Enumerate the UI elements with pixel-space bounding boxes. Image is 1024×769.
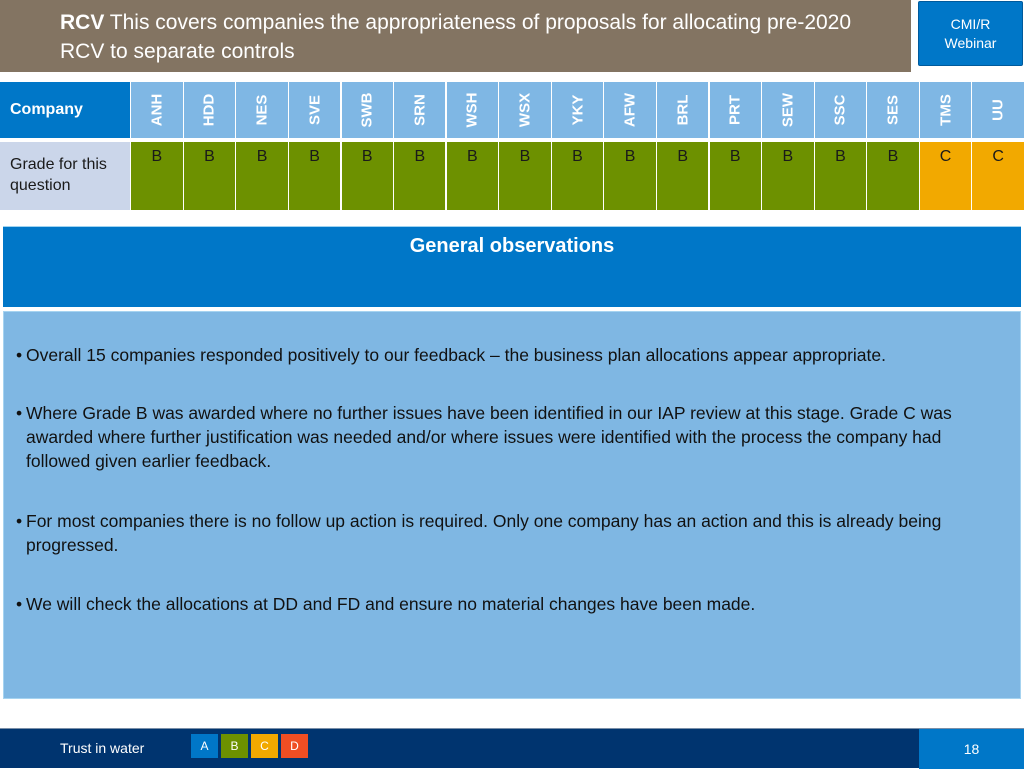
company-code: SES [884, 94, 902, 126]
company-code: SVE [306, 94, 324, 126]
company-header-cell: BRL [656, 82, 709, 138]
observation-item: • Overall 15 companies responded positive… [16, 343, 1010, 367]
grade-cell: B [551, 142, 604, 210]
page-number: 18 [919, 729, 1024, 769]
company-code: BRL [674, 94, 692, 126]
company-code: WSX [516, 92, 534, 128]
company-header-cell: YKY [551, 82, 604, 138]
company-code: PRT [726, 95, 744, 125]
grade-cell: B [341, 142, 393, 210]
company-code: SSC [831, 94, 849, 126]
grade-cell: B [867, 142, 919, 210]
slide-title: RCV This covers companies the appropriat… [60, 8, 890, 66]
grade-cell: B [394, 142, 446, 210]
bullet-icon: • [16, 594, 23, 614]
company-header-cell: PRT [709, 82, 761, 138]
company-code: TMS [937, 94, 955, 126]
grade-cell: B [131, 142, 183, 210]
company-header-cell: WSX [499, 82, 551, 138]
legend-grade-d: D [281, 734, 308, 758]
grade-cell: B [236, 142, 288, 210]
company-header-cell: SRN [394, 82, 446, 138]
title-bar: RCV This covers companies the appropriat… [0, 0, 911, 72]
observations-body: • Overall 15 companies responded positive… [3, 311, 1021, 699]
footer-brand: Trust in water [60, 740, 145, 756]
company-code: WSH [463, 92, 481, 128]
bullet-icon: • [16, 403, 23, 423]
observation-item: • Where Grade B was awarded where no furt… [16, 401, 1010, 473]
bullet-icon: • [16, 345, 23, 365]
bullet-icon: • [16, 511, 23, 531]
grade-table: Company ANH HDD NES SVE SWB SRN WSH WSX YKY AFW BR… [0, 82, 1024, 210]
company-header-cell: SES [867, 82, 919, 138]
company-code: HDD [200, 93, 218, 127]
grade-cell: B [604, 142, 656, 210]
company-code: UU [989, 99, 1007, 121]
company-header-cell: AFW [604, 82, 656, 138]
observations-header: General observations [3, 226, 1021, 307]
company-header-cell: HDD [183, 82, 236, 138]
observation-text: We will check the allocations at DD and … [26, 594, 756, 614]
grade-cell: B [183, 142, 236, 210]
observation-text: Overall 15 companies responded positivel… [26, 345, 886, 365]
legend-grade-a: A [191, 734, 218, 758]
footer: Trust in water ABCD 18 [0, 728, 1024, 769]
grade-row-label: Grade for this question [0, 142, 130, 210]
grade-cell: B [762, 142, 814, 210]
company-header-cell: TMS [919, 82, 972, 138]
legend-grade-c: C [251, 734, 278, 758]
legend-grade-b: B [221, 734, 248, 758]
company-header-cell: UU [972, 82, 1024, 138]
observations-title: General observations [409, 235, 615, 257]
company-code: SRN [411, 94, 429, 126]
company-header-cell: WSH [446, 82, 499, 138]
company-code: ANH [148, 93, 166, 127]
title-topic: RCV [60, 11, 105, 34]
observation-item: • For most companies there is no follow u… [16, 509, 1010, 557]
grade-cell: C [919, 142, 972, 210]
company-code: NES [253, 94, 271, 126]
grade-cell: C [972, 142, 1024, 210]
company-header-cell: NES [236, 82, 288, 138]
observation-text: Where Grade B was awarded where no furth… [26, 403, 952, 471]
grade-legend: ABCD [191, 734, 311, 758]
grade-cell: B [446, 142, 499, 210]
grade-cell: B [709, 142, 761, 210]
company-header-cell: ANH [131, 82, 183, 138]
company-header-row: Company ANH HDD NES SVE SWB SRN WSH WSX YKY AFW BR… [0, 82, 1024, 138]
observation-text: For most companies there is no follow up… [26, 511, 942, 555]
grade-cell: B [656, 142, 709, 210]
company-header-cell: SWB [341, 82, 393, 138]
badge-line-1: CMI/R [950, 15, 991, 32]
company-header-cell: SSC [814, 82, 867, 138]
company-code: SWB [358, 92, 376, 128]
grade-cell: B [499, 142, 551, 210]
badge-line-2: Webinar [944, 34, 997, 51]
company-code: AFW [621, 92, 639, 128]
company-header-cell: SVE [288, 82, 341, 138]
company-header-label: Company [0, 82, 130, 138]
title-description: This covers companies the appropriatenes… [60, 11, 852, 63]
company-header-cell: SEW [762, 82, 814, 138]
grade-row: Grade for this question BBBBBBBBBBBBBBBC… [0, 142, 1024, 210]
webinar-badge: CMI/R Webinar [918, 1, 1023, 66]
company-code: YKY [569, 94, 586, 126]
company-code: SEW [779, 92, 797, 128]
grade-cell: B [814, 142, 867, 210]
observation-item: • We will check the allocations at DD and… [16, 592, 1010, 616]
grade-cell: B [288, 142, 341, 210]
